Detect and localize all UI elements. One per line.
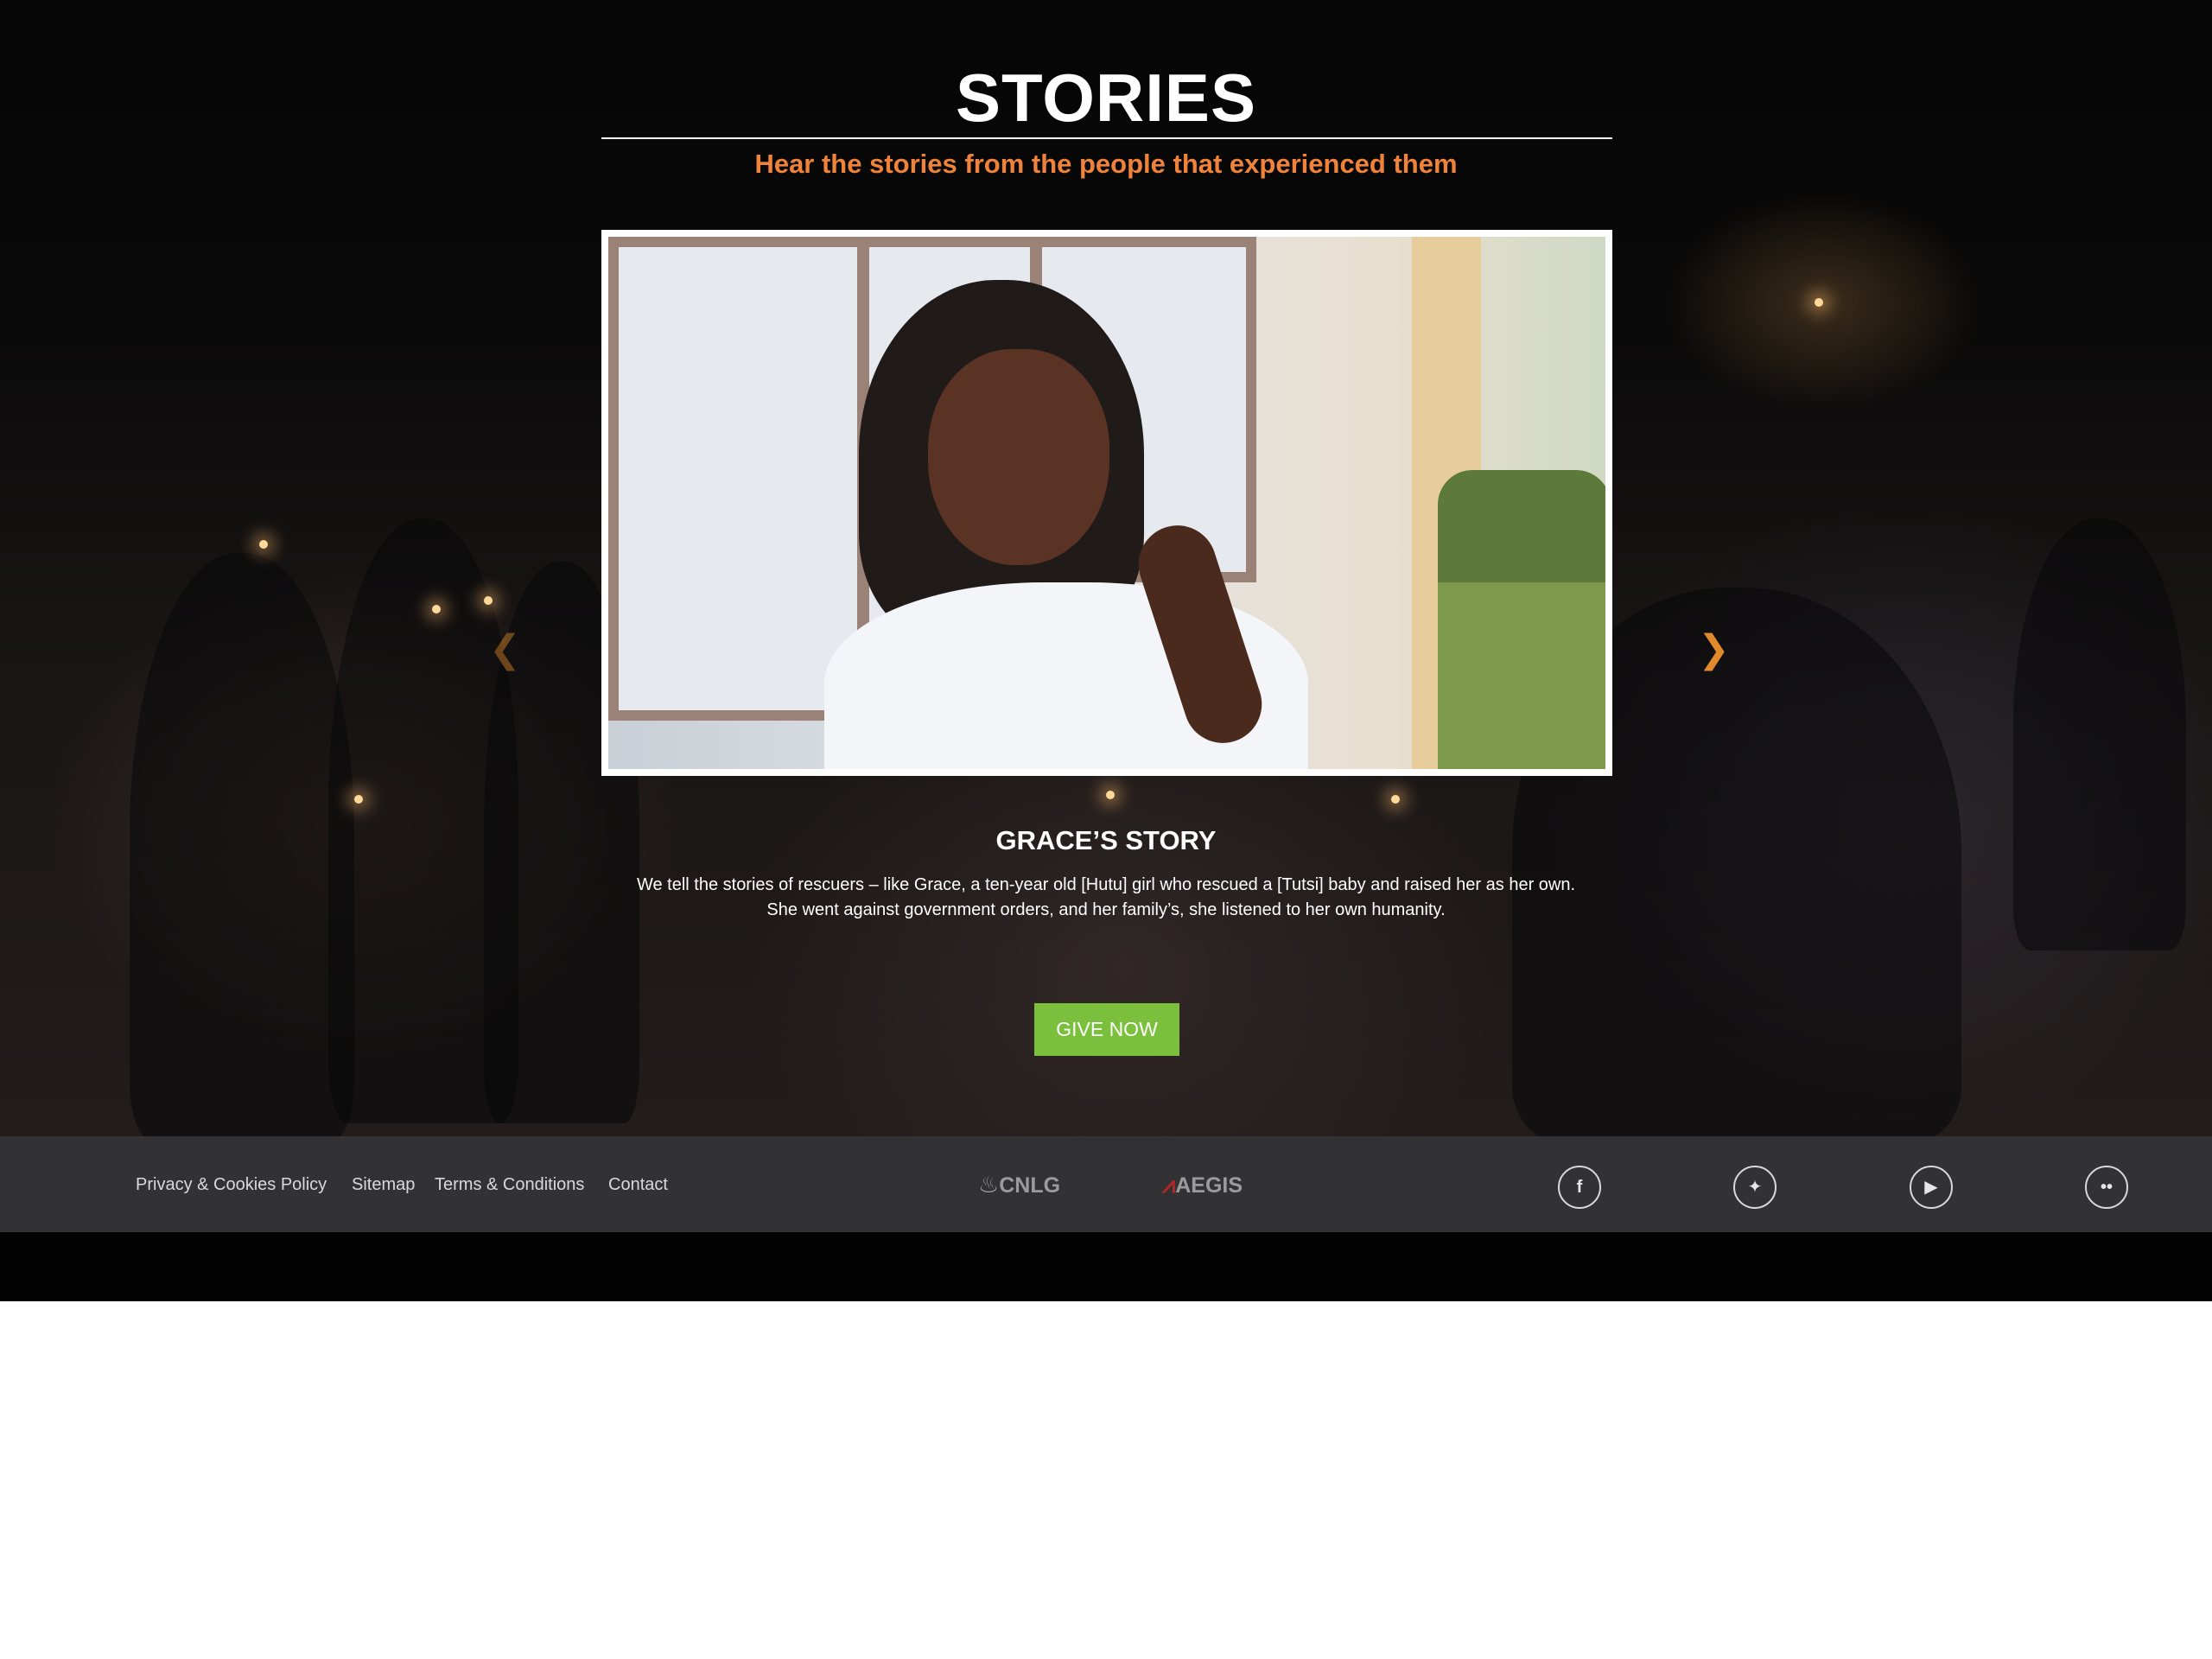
candle-light	[259, 540, 268, 549]
page-subtitle: Hear the stories from the people that ex…	[754, 149, 1458, 179]
window-pane	[608, 237, 868, 721]
footer: Privacy & Cookies Policy Sitemap Terms &…	[0, 1136, 2212, 1232]
aegis-logo-text: AEGIS	[1175, 1173, 1243, 1198]
page-title: STORIES	[956, 60, 1256, 136]
lawn	[1438, 582, 1605, 769]
footer-link-privacy[interactable]: Privacy & Cookies Policy	[136, 1175, 327, 1195]
candle-light	[484, 596, 493, 605]
story-photo	[608, 237, 1605, 769]
candle-light	[1106, 791, 1115, 799]
story-description-line: We tell the stories of rescuers – like G…	[636, 875, 1576, 894]
flickr-icon[interactable]: ••	[2085, 1166, 2128, 1209]
candle-light	[354, 795, 363, 804]
aegis-flame-icon: ⩘	[1162, 1172, 1176, 1198]
chevron-right-icon[interactable]: ❯	[1698, 631, 1730, 669]
cnlg-logo[interactable]: ♨CNLG	[978, 1172, 1060, 1198]
hedge	[1438, 470, 1605, 582]
footer-link-terms[interactable]: Terms & Conditions	[435, 1175, 584, 1195]
candle-light	[1391, 795, 1400, 804]
story-title: GRACE’S STORY	[995, 825, 1217, 855]
twitter-icon[interactable]: ✦	[1733, 1166, 1777, 1209]
cnlg-flame-icon: ♨	[978, 1172, 1000, 1198]
story-description-line: She went against government orders, and …	[766, 900, 1446, 919]
page-bottom-band	[0, 1232, 2212, 1301]
give-now-button[interactable]: GIVE NOW	[1034, 1003, 1179, 1056]
candle-light	[432, 605, 441, 613]
story-slide	[601, 230, 1612, 776]
aegis-logo[interactable]: ⩘AEGIS	[1162, 1172, 1243, 1199]
footer-link-sitemap[interactable]: Sitemap	[352, 1175, 415, 1195]
cnlg-logo-text: CNLG	[999, 1173, 1061, 1198]
candle-light	[1815, 298, 1823, 307]
footer-link-contact[interactable]: Contact	[608, 1175, 668, 1195]
hero-section: STORIES Hear the stories from the people…	[0, 0, 2212, 1136]
facebook-icon[interactable]: f	[1558, 1166, 1601, 1209]
title-divider	[601, 137, 1612, 139]
youtube-icon[interactable]: ▶	[1910, 1166, 1953, 1209]
chevron-left-icon[interactable]: ❮	[489, 631, 521, 669]
person-face	[928, 349, 1109, 565]
